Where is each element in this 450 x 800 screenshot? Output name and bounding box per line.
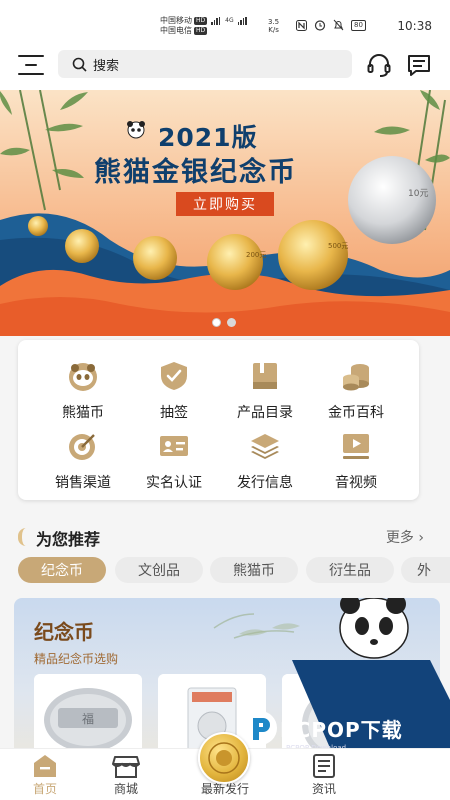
coin-label-large: 10元 <box>408 189 429 199</box>
signal-icon <box>211 17 221 25</box>
search-icon <box>72 57 87 72</box>
grid-label-panda-coin: 熊猫币 <box>62 405 104 421</box>
app-screen: 中国移动 HD 4G 中国电信 HD 3.5 K/s 80 10:38 搜索 2… <box>0 0 450 800</box>
coin-label-mid: 200元 <box>246 251 267 259</box>
status-icons: 80 <box>296 19 366 31</box>
store-icon <box>112 756 140 778</box>
nav-news[interactable]: 资讯 <box>279 749 369 800</box>
grid-item-real-name[interactable]: 实名认证 <box>124 430 224 500</box>
chevron-right-icon: › <box>418 530 424 546</box>
search-input[interactable]: 搜索 <box>58 50 352 78</box>
banner-year-title: 2021版 <box>158 123 258 152</box>
status-bar: 中国移动 HD 4G 中国电信 HD 3.5 K/s 80 10:38 <box>0 0 450 38</box>
more-label: 更多 <box>385 530 414 546</box>
grid-label-catalog: 产品目录 <box>237 405 293 421</box>
nav-label-store: 商城 <box>113 782 138 796</box>
recommend-title: 为您推荐 <box>36 530 101 549</box>
net-speed-value: 3.5 <box>268 18 280 26</box>
panda-icon <box>69 363 97 391</box>
home-icon <box>34 755 56 777</box>
nav-home[interactable]: 首页 <box>0 749 90 800</box>
nav-label-home: 首页 <box>32 782 57 796</box>
watermark-logo: PCPOP下载 PCPOP Download <box>240 708 403 752</box>
net-speed-unit: K/s <box>268 26 279 34</box>
layers-icon <box>251 434 279 459</box>
grid-item-catalog[interactable]: 产品目录 <box>215 360 315 430</box>
grid-label-issue-info: 发行信息 <box>237 475 293 491</box>
chip-derivative[interactable]: 衍生品 <box>306 557 394 583</box>
promo-title: 纪念币 <box>34 620 94 644</box>
grid-item-video[interactable]: 音视频 <box>306 430 406 500</box>
section-marker <box>18 528 26 546</box>
carousel-indicator <box>212 318 236 327</box>
network-type: 4G <box>225 17 234 24</box>
banner-main-title: 熊猫金银纪念币 <box>94 157 297 188</box>
mute-icon <box>333 19 344 31</box>
top-header: 搜索 <box>0 38 450 90</box>
grid-item-lottery[interactable]: 抽签 <box>124 360 224 430</box>
watermark-text: PCPOP下载 <box>280 717 403 742</box>
chip-commemorative-coin[interactable]: 纪念币 <box>18 557 106 583</box>
nav-label-news: 资讯 <box>311 782 336 796</box>
id-card-icon <box>160 436 188 456</box>
nfc-icon <box>296 19 307 31</box>
signal-icon-2 <box>237 17 247 25</box>
chip-cultural[interactable]: 文创品 <box>115 557 203 583</box>
carousel-dot-2[interactable] <box>227 318 236 327</box>
search-placeholder: 搜索 <box>93 58 120 74</box>
news-icon <box>313 754 335 778</box>
message-icon[interactable] <box>406 52 432 78</box>
grid-label-sales-channel: 销售渠道 <box>55 475 111 491</box>
coin-label-small: 500元 <box>328 242 349 250</box>
grid-item-panda-coin[interactable]: 熊猫币 <box>33 360 133 430</box>
hd-badge: HD <box>194 17 208 25</box>
nav-store[interactable]: 商城 <box>81 749 171 800</box>
catalog-book-icon <box>253 363 277 389</box>
more-link[interactable]: 更多 › <box>386 527 424 547</box>
target-icon <box>69 434 95 460</box>
carousel-dot-1[interactable] <box>212 318 221 327</box>
battery-icon: 80 <box>351 19 366 31</box>
promo-banner[interactable]: 2021版 熊猫金银纪念币 立即购买 10元 500元 200元 <box>0 90 450 336</box>
coin-emblem-icon <box>208 742 240 774</box>
coin-icon[interactable] <box>198 732 250 784</box>
alarm-icon <box>314 20 326 31</box>
recommend-header: 为您推荐 更多 › <box>18 524 430 550</box>
carrier-info: 中国移动 HD 4G 中国电信 HD <box>160 16 247 36</box>
coin-stack-icon <box>343 364 369 391</box>
grid-label-video: 音视频 <box>335 475 377 491</box>
grid-label-lottery: 抽签 <box>160 405 188 421</box>
grid-item-issue-info[interactable]: 发行信息 <box>215 430 315 500</box>
headset-icon[interactable] <box>366 52 392 78</box>
grid-item-coin-wiki[interactable]: 金币百科 <box>306 360 406 430</box>
hd-badge-2: HD <box>194 27 208 35</box>
carrier-1: 中国移动 <box>160 16 192 25</box>
battery-level: 80 <box>354 21 363 29</box>
grid-label-real-name: 实名认证 <box>146 475 202 491</box>
chip-more[interactable]: 外 <box>401 557 450 583</box>
carrier-2: 中国电信 <box>160 26 192 35</box>
net-speed: 3.5 K/s <box>268 18 279 34</box>
grid-item-sales-channel[interactable]: 销售渠道 <box>33 430 133 500</box>
menu-icon[interactable] <box>18 55 44 75</box>
clock: 10:38 <box>397 19 432 33</box>
grid-label-coin-wiki: 金币百科 <box>328 405 384 421</box>
shield-check-icon <box>161 362 187 390</box>
quick-actions-card: 熊猫币 抽签 产品目录 金币百科 销售渠道 实名认证 发行信息 音视频 <box>18 340 419 500</box>
buy-now-button[interactable]: 立即购买 <box>176 192 274 216</box>
category-chips: 纪念币 文创品 熊猫币 衍生品 外 <box>18 557 450 585</box>
chip-panda-coin[interactable]: 熊猫币 <box>210 557 298 583</box>
video-play-icon <box>343 434 369 459</box>
